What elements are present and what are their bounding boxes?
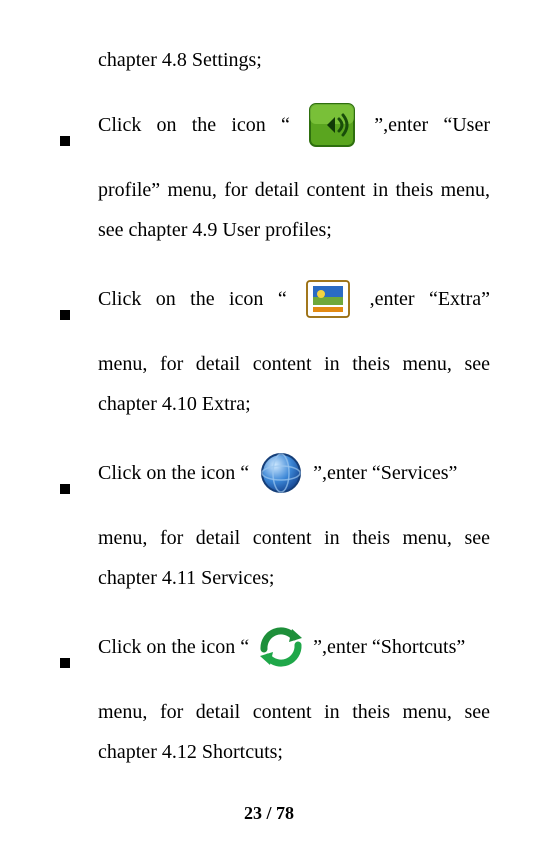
list-item: Click on the icon “ ”,enter “Shortcuts” … <box>60 620 490 772</box>
item-body: Click on the icon “ ”,enter “Shortcuts” … <box>98 620 490 772</box>
lead-line: chapter 4.8 Settings; <box>98 40 490 80</box>
text-post1: ”,enter “Shortcuts” <box>313 636 465 658</box>
item-body: Click on the icon “ ”,enter “User p <box>98 98 490 250</box>
text-post1: ”,enter “User <box>374 114 490 136</box>
item-body: Click on the icon “ ,enter “Extra” <box>98 272 490 424</box>
text-rest: menu, for detail content in theis menu, … <box>98 518 490 598</box>
refresh-icon <box>256 623 306 692</box>
globe-icon <box>256 449 306 518</box>
text-post1: ”,enter “Services” <box>313 462 457 484</box>
list-item: Click on the icon “ ”,enter “User p <box>60 98 490 250</box>
list-item: Click on the icon “ <box>60 446 490 598</box>
text-pre: Click on the icon “ <box>98 462 249 484</box>
extra-icon <box>303 275 353 344</box>
text-rest: menu, for detail content in theis menu, … <box>98 692 490 772</box>
list-item: Click on the icon “ ,enter “Extra” <box>60 272 490 424</box>
first-line: Click on the icon “ ,enter “Extra” <box>98 272 490 344</box>
text-rest: profile” menu, for detail content in the… <box>98 170 490 250</box>
item-body: Click on the icon “ <box>98 446 490 598</box>
first-line: Click on the icon “ <box>98 446 490 518</box>
first-line: Click on the icon “ ”,enter “User <box>98 98 490 170</box>
text-post1: ,enter “Extra” <box>370 288 490 310</box>
text-rest: menu, for detail content in theis menu, … <box>98 344 490 424</box>
sound-icon <box>307 101 357 170</box>
first-line: Click on the icon “ ”,enter “Shortcuts” <box>98 620 490 692</box>
bullet-list: Click on the icon “ ”,enter “User p <box>60 98 490 772</box>
document-page: chapter 4.8 Settings; Click on the icon … <box>0 0 538 846</box>
text-pre: Click on the icon “ <box>98 114 290 136</box>
text-pre: Click on the icon “ <box>98 288 287 310</box>
page-number: 23 / 78 <box>0 803 538 824</box>
text-pre: Click on the icon “ <box>98 636 249 658</box>
